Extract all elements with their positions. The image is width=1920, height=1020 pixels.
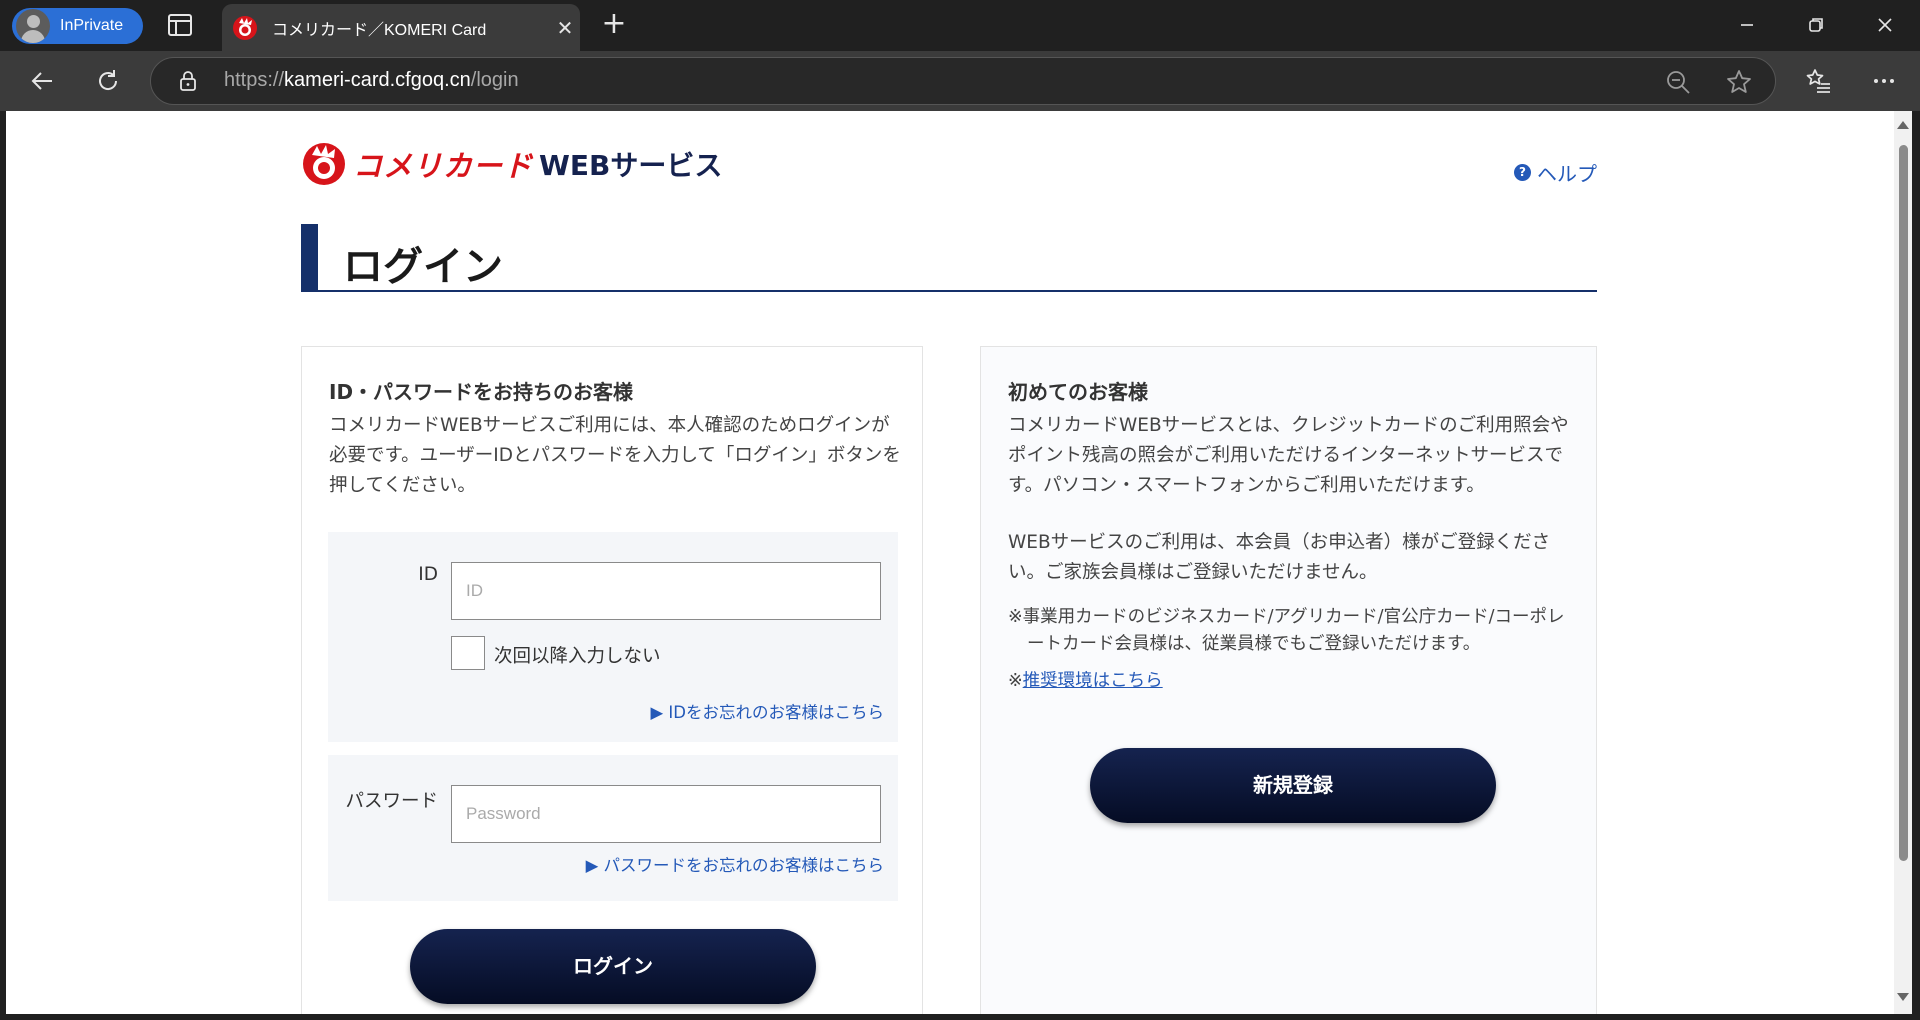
- new-user-description: コメリカードWEBサービスとは、クレジットカードのご利用照会やポイント残高の照会…: [1008, 415, 1569, 496]
- help-label: ヘルプ: [1537, 162, 1597, 186]
- new-user-description-2: WEBサービスのご利用は、本会員（お申込者）様がご登録ください。ご家族会員様はご…: [1008, 532, 1551, 583]
- tab-title: コメリカード／KOMERI Card: [272, 21, 487, 39]
- new-user-heading: 初めてのお客様: [1008, 380, 1148, 404]
- recommended-env-note: ※推奨環境はこちら: [1008, 671, 1163, 691]
- recommended-env-link[interactable]: 推奨環境はこちら: [1023, 671, 1163, 691]
- inprivate-label: InPrivate: [60, 17, 124, 34]
- tab-actions-icon[interactable]: [166, 12, 194, 38]
- business-card-note: ※事業用カードのビジネスカード/アグリカード/官公庁カード/コーポレートカード会…: [1008, 607, 1565, 654]
- back-arrow-icon[interactable]: [24, 63, 60, 99]
- address-bar[interactable]: https://kameri-card.cfgoq.cn/login: [150, 57, 1776, 105]
- zoom-out-icon[interactable]: [1665, 69, 1691, 95]
- browser-titlebar: InPrivate コメリカード／KOMERI Card ✕ +: [0, 0, 1920, 51]
- scroll-down-arrow-icon[interactable]: [1897, 993, 1909, 1001]
- remember-label[interactable]: 次回以降入力しない: [494, 642, 661, 668]
- logo-brand-text: コメリカード: [353, 149, 534, 183]
- new-tab-button[interactable]: +: [598, 9, 630, 41]
- more-options-icon[interactable]: [1866, 63, 1902, 99]
- profile-avatar-icon: [16, 9, 50, 43]
- forgot-id-link[interactable]: ▶ IDをお忘れのお客様はこちら: [650, 699, 884, 723]
- id-form-box: ID ID 次回以降入力しない ▶ IDをお忘れのお客様はこちら: [328, 532, 898, 742]
- page-title: ログイン: [343, 244, 503, 290]
- forgot-password-link[interactable]: ▶ パスワードをお忘れのお客様はこちら: [586, 852, 884, 876]
- minimize-icon[interactable]: [1724, 8, 1770, 42]
- password-form-box: パスワード Password ▶ パスワードをお忘れのお客様はこちら: [328, 755, 898, 901]
- lock-icon[interactable]: [177, 70, 199, 92]
- komeri-logo[interactable]: コメリカード WEBサービス: [301, 141, 722, 187]
- id-label: ID: [418, 564, 438, 585]
- id-input[interactable]: ID: [451, 562, 881, 620]
- remember-checkbox[interactable]: [451, 636, 485, 670]
- register-button[interactable]: 新規登録: [1090, 748, 1496, 823]
- password-label: パスワード: [345, 791, 438, 812]
- title-accent-bar: [301, 224, 318, 292]
- login-panel-heading: ID・パスワードをお持ちのお客様: [329, 380, 634, 404]
- scrollbar-thumb[interactable]: [1899, 145, 1908, 861]
- password-input[interactable]: Password: [451, 785, 881, 843]
- browser-toolbar: https://kameri-card.cfgoq.cn/login: [0, 51, 1920, 111]
- page-viewport: コメリカード WEBサービス ? ヘルプ ログイン ID・パスワードをお持ちのお…: [6, 111, 1894, 1014]
- logo-web-text: WEBサービス: [539, 149, 723, 182]
- url-text[interactable]: https://kameri-card.cfgoq.cn/login: [224, 69, 519, 92]
- window-bottom-frame: [0, 1014, 1920, 1020]
- page-scrollbar[interactable]: [1894, 111, 1912, 1014]
- tab-close-icon[interactable]: ✕: [550, 16, 580, 40]
- page-title-section: ログイン: [301, 224, 1597, 292]
- login-panel: ID・パスワードをお持ちのお客様 コメリカードWEBサービスご利用には、本人確認…: [301, 346, 923, 1014]
- rooster-logo-icon: [303, 143, 345, 185]
- question-circle-icon: ?: [1514, 164, 1531, 181]
- komeri-favicon-icon: [233, 15, 257, 40]
- favorites-icon[interactable]: [1800, 63, 1836, 99]
- inprivate-profile-button[interactable]: InPrivate: [12, 8, 143, 44]
- favorite-star-icon[interactable]: [1725, 68, 1753, 96]
- restore-icon[interactable]: [1793, 8, 1839, 42]
- window-close-icon[interactable]: [1862, 8, 1908, 42]
- scroll-up-arrow-icon[interactable]: [1897, 121, 1909, 129]
- login-panel-description: コメリカードWEBサービスご利用には、本人確認のためログインが必要です。ユーザー…: [329, 415, 901, 496]
- login-button[interactable]: ログイン: [410, 929, 816, 1004]
- new-user-panel: 初めてのお客様 コメリカードWEBサービスとは、クレジットカードのご利用照会やポ…: [980, 346, 1597, 1014]
- browser-tab-active[interactable]: コメリカード／KOMERI Card ✕: [222, 4, 580, 51]
- refresh-icon[interactable]: [90, 63, 126, 99]
- help-link[interactable]: ? ヘルプ: [1514, 158, 1597, 187]
